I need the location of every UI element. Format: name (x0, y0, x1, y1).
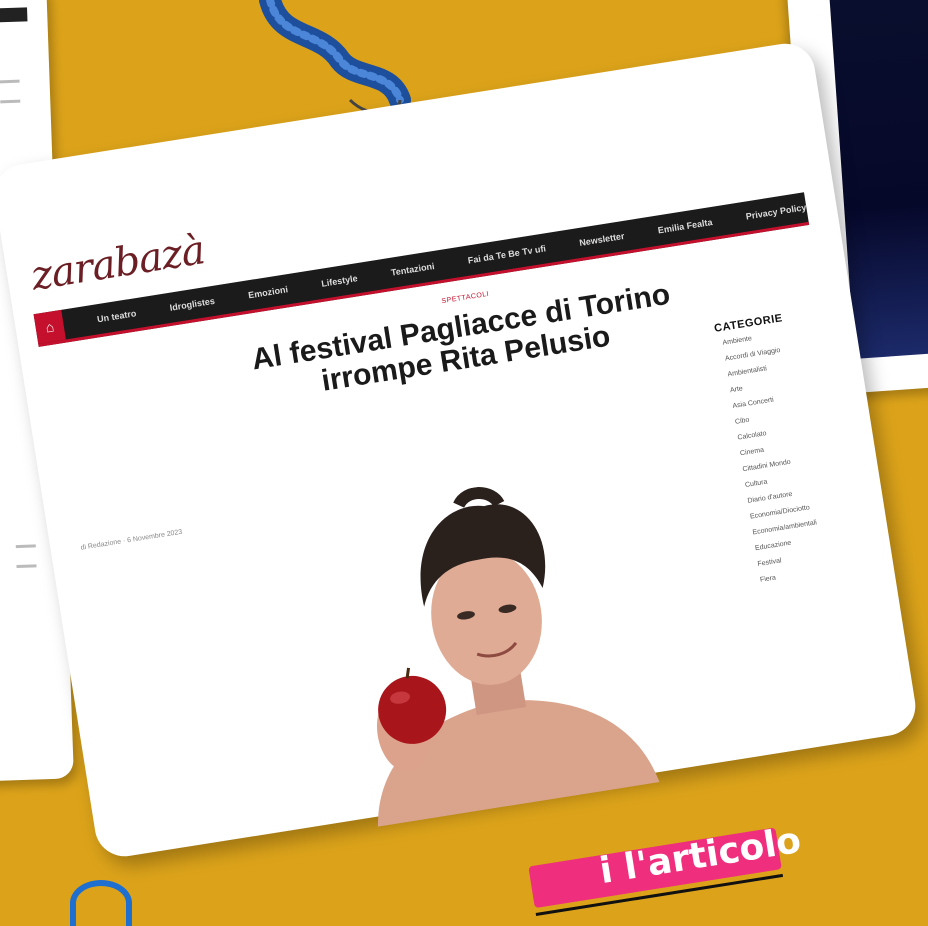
article-photo (376, 487, 660, 827)
left-card-text-line (16, 564, 37, 569)
article-screenshot-card: zarabazà ⌂ Un teatro Idroglistes Emozion… (0, 39, 920, 861)
nav-item[interactable]: Emilia Fealta (657, 217, 713, 235)
left-card-text-line (15, 544, 36, 549)
blue-curl-decoration (70, 880, 132, 926)
article-meta: di Redazione · 6 Novembre 2023 (80, 528, 183, 552)
home-icon[interactable]: ⌂ (33, 309, 66, 344)
nav-item[interactable]: Lifestyle (321, 273, 359, 289)
left-card-header-bar (0, 7, 28, 23)
nav-item[interactable]: Emozioni (248, 284, 289, 300)
left-card-text-line (0, 79, 20, 84)
read-article-banner[interactable]: i l'articolo (527, 818, 804, 916)
categories-list: Ambiente Accordi di Viaggio Ambientalist… (716, 324, 863, 585)
site-logo[interactable]: zarabazà (28, 227, 207, 300)
nav-item[interactable]: Newsletter (579, 231, 626, 248)
nav-item[interactable]: Un teatro (96, 308, 137, 324)
web-page: zarabazà ⌂ Un teatro Idroglistes Emozion… (25, 74, 886, 827)
article-category-tag[interactable]: SPETTACOLI (441, 291, 490, 305)
nav-item[interactable]: Fai da Te Be Tv ufi (467, 243, 546, 265)
nav-item[interactable]: Tentazioni (390, 261, 435, 278)
nav-item[interactable]: Idroglistes (169, 296, 216, 313)
categories-sidebar: CATEGORIE Ambiente Accordi di Viaggio Am… (713, 306, 865, 594)
nav-item[interactable]: Privacy Policy (745, 202, 807, 221)
left-card-text-line (0, 99, 21, 104)
